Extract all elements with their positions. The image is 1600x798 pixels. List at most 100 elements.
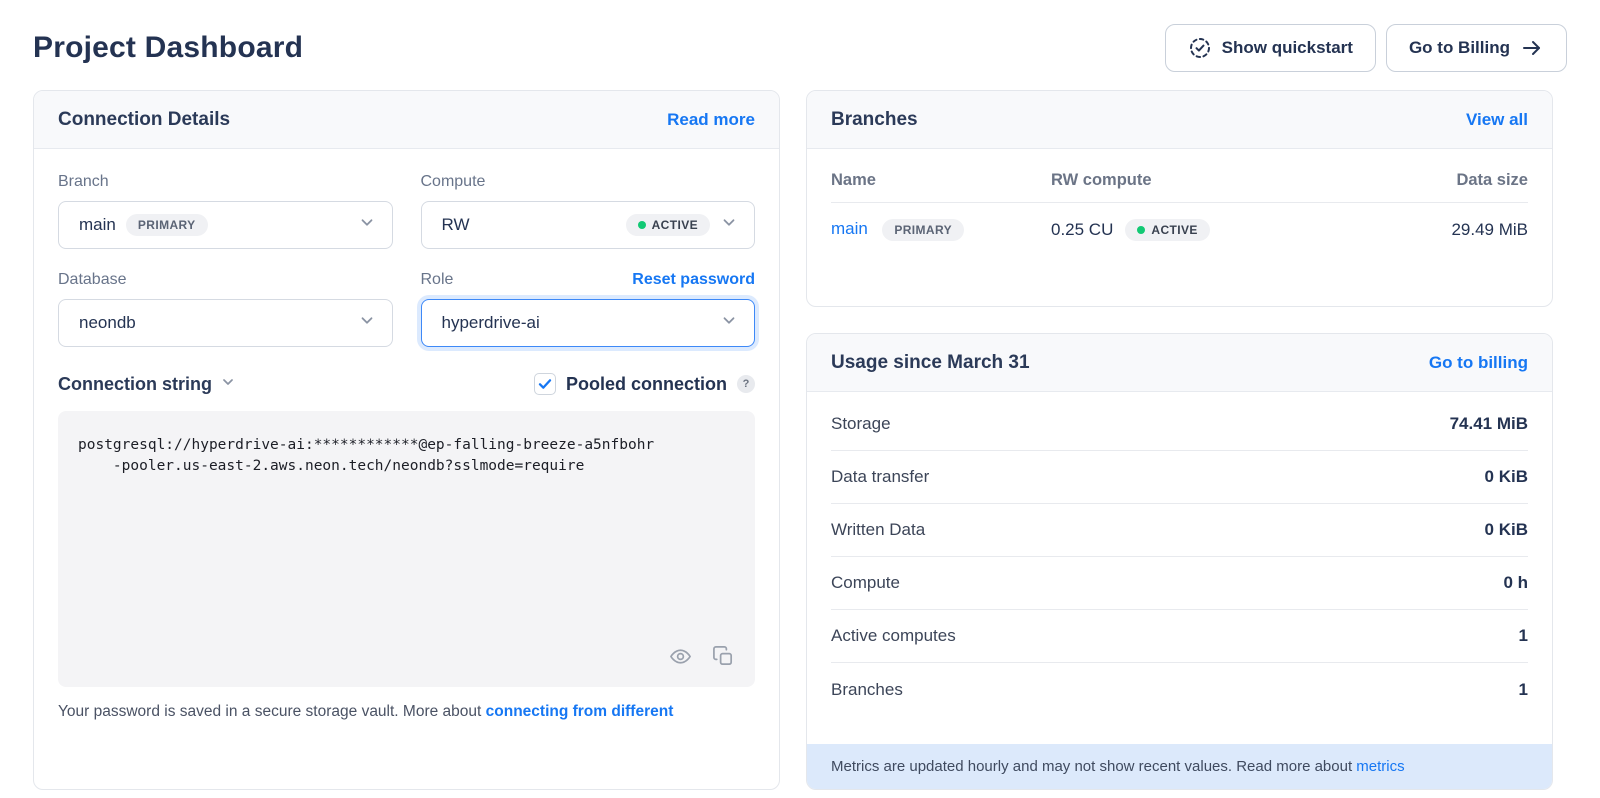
branches-card: Branches View all Name RW compute Data s…: [806, 90, 1553, 307]
password-note: Your password is saved in a secure stora…: [58, 703, 755, 721]
pooled-connection-checkbox[interactable]: [534, 373, 556, 395]
copy-button[interactable]: [710, 643, 737, 673]
branch-value: main: [79, 215, 116, 235]
compute-field: Compute RW ACTIVE: [421, 173, 756, 249]
usage-rows: Storage 74.41 MiB Data transfer 0 KiB Wr…: [807, 392, 1552, 716]
compute-label: Compute: [421, 173, 486, 191]
table-row: main PRIMARY 0.25 CU ACTIVE 29.49 MiB: [831, 202, 1528, 257]
connection-string-toggle[interactable]: Connection string: [58, 374, 236, 395]
chevron-down-icon: [358, 214, 376, 237]
database-label: Database: [58, 271, 127, 289]
branch-select[interactable]: main PRIMARY: [58, 201, 393, 249]
compute-value: RW: [442, 215, 470, 235]
list-item: Written Data 0 KiB: [831, 504, 1528, 557]
list-item: Branches 1: [831, 663, 1528, 716]
metrics-notice: Metrics are updated hourly and may not s…: [807, 744, 1552, 789]
top-bar: Project Dashboard Show quickstart Go to …: [0, 0, 1600, 80]
branch-status-label: ACTIVE: [1151, 223, 1197, 237]
branch-primary-badge: PRIMARY: [882, 219, 964, 241]
database-select[interactable]: neondb: [58, 299, 393, 347]
usage-value: 1: [1519, 626, 1528, 646]
branch-primary-badge: PRIMARY: [126, 214, 208, 236]
reveal-password-button[interactable]: [667, 643, 694, 673]
quickstart-check-circle-icon: [1188, 36, 1212, 60]
column-rw-compute: RW compute: [1051, 171, 1388, 190]
role-value: hyperdrive-ai: [442, 313, 540, 333]
view-all-link[interactable]: View all: [1466, 110, 1528, 130]
branches-title: Branches: [831, 109, 918, 131]
usage-label: Data transfer: [831, 467, 929, 487]
arrow-right-icon: [1520, 36, 1544, 60]
usage-value: 0 h: [1503, 573, 1528, 593]
read-more-link[interactable]: Read more: [667, 110, 755, 130]
connection-details-header: Connection Details Read more: [34, 91, 779, 149]
status-dot-icon: [638, 221, 646, 229]
compute-status-label: ACTIVE: [652, 218, 698, 232]
status-dot-icon: [1137, 226, 1145, 234]
database-field: Database neondb: [58, 271, 393, 347]
usage-title: Usage since March 31: [831, 352, 1030, 374]
usage-header: Usage since March 31 Go to billing: [807, 334, 1552, 392]
connection-string-label: Connection string: [58, 374, 212, 395]
help-icon[interactable]: ?: [737, 375, 755, 393]
chevron-down-icon: [358, 312, 376, 335]
usage-value: 1: [1519, 680, 1528, 700]
compute-size: 0.25 CU: [1051, 220, 1113, 240]
copy-icon: [712, 656, 735, 671]
go-to-billing-label: Go to Billing: [1409, 38, 1510, 58]
compute-active-badge: ACTIVE: [626, 214, 710, 236]
role-select[interactable]: hyperdrive-ai: [421, 299, 756, 347]
show-quickstart-label: Show quickstart: [1222, 38, 1353, 58]
chevron-down-icon: [720, 214, 738, 237]
usage-label: Branches: [831, 680, 903, 700]
list-item: Storage 74.41 MiB: [831, 398, 1528, 451]
page-title: Project Dashboard: [33, 31, 303, 65]
usage-label: Written Data: [831, 520, 925, 540]
connecting-from-different-link[interactable]: connecting from different: [486, 703, 674, 720]
metrics-link[interactable]: metrics: [1356, 758, 1404, 775]
show-quickstart-button[interactable]: Show quickstart: [1165, 24, 1376, 72]
column-name: Name: [831, 171, 1051, 190]
usage-value: 0 KiB: [1485, 520, 1528, 540]
connection-details-body: Branch main PRIMARY Compute: [34, 149, 779, 745]
list-item: Data transfer 0 KiB: [831, 451, 1528, 504]
connection-string-box: postgresql://hyperdrive-ai:************@…: [58, 411, 755, 687]
right-column: Branches View all Name RW compute Data s…: [806, 90, 1553, 790]
branch-active-badge: ACTIVE: [1125, 219, 1209, 241]
role-field: Role Reset password hyperdrive-ai: [421, 271, 756, 347]
usage-label: Storage: [831, 414, 891, 434]
database-value: neondb: [79, 313, 136, 333]
data-size-cell: 29.49 MiB: [1388, 220, 1528, 240]
code-actions: [667, 643, 737, 673]
rw-compute-cell: 0.25 CU ACTIVE: [1051, 219, 1388, 241]
pooled-connection-label: Pooled connection: [566, 374, 727, 395]
list-item: Compute 0 h: [831, 557, 1528, 610]
chevron-down-icon: [720, 312, 738, 335]
branches-table-head: Name RW compute Data size: [831, 157, 1528, 202]
metrics-notice-text: Metrics are updated hourly and may not s…: [831, 758, 1356, 775]
connection-details-card: Connection Details Read more Branch main…: [33, 90, 780, 790]
role-label: Role: [421, 271, 454, 289]
branch-main-link[interactable]: main: [831, 219, 868, 238]
pooled-connection-group: Pooled connection ?: [534, 373, 755, 395]
main-content: Connection Details Read more Branch main…: [0, 80, 1600, 790]
go-to-billing-button[interactable]: Go to Billing: [1386, 24, 1567, 72]
usage-value: 74.41 MiB: [1450, 414, 1528, 434]
eye-icon: [669, 656, 692, 671]
branch-label: Branch: [58, 173, 109, 191]
connection-string-row: Connection string Pooled connection ?: [58, 373, 755, 395]
usage-label: Active computes: [831, 626, 956, 646]
column-data-size: Data size: [1388, 171, 1528, 190]
usage-card: Usage since March 31 Go to billing Stora…: [806, 333, 1553, 790]
branches-header: Branches View all: [807, 91, 1552, 149]
compute-select[interactable]: RW ACTIVE: [421, 201, 756, 249]
chevron-down-icon: [220, 374, 236, 395]
branch-cell: main PRIMARY: [831, 219, 1051, 241]
usage-label: Compute: [831, 573, 900, 593]
branches-table: Name RW compute Data size main PRIMARY 0…: [807, 149, 1552, 257]
connection-string-text: postgresql://hyperdrive-ai:************@…: [78, 435, 735, 477]
go-to-billing-link[interactable]: Go to billing: [1429, 353, 1528, 373]
branch-field: Branch main PRIMARY: [58, 173, 393, 249]
reset-password-link[interactable]: Reset password: [632, 271, 755, 289]
top-actions: Show quickstart Go to Billing: [1165, 24, 1567, 72]
